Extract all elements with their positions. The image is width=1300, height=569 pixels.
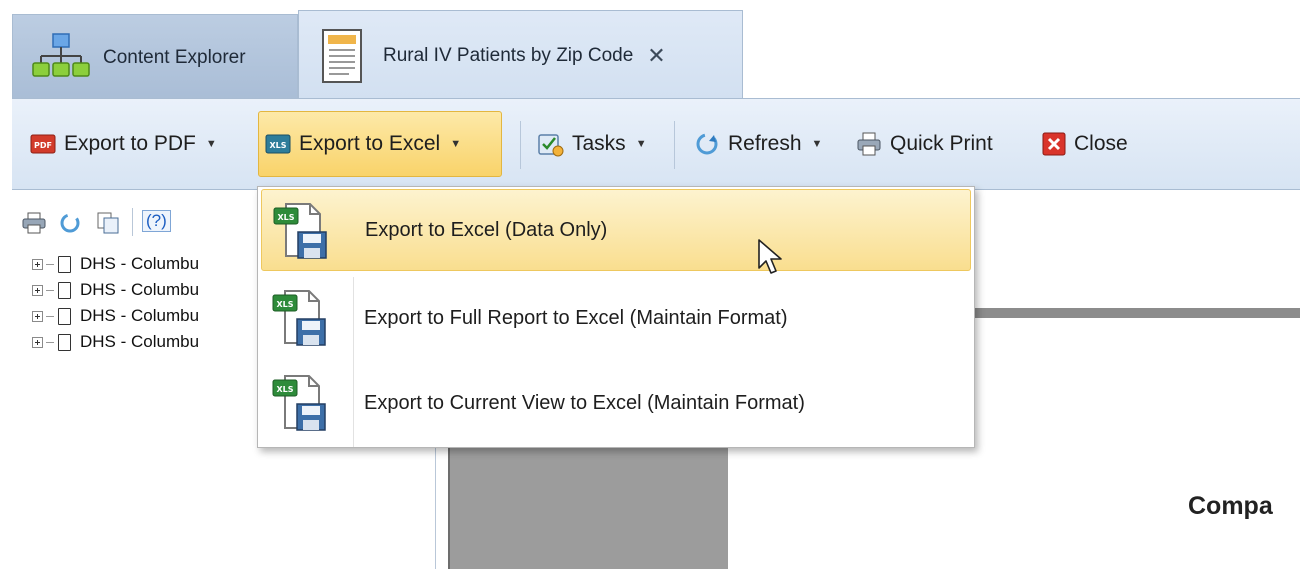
- export-pdf-label: Export to PDF: [64, 132, 196, 155]
- close-button[interactable]: Close: [1036, 111, 1134, 177]
- copy-icon[interactable]: [96, 212, 120, 234]
- menu-item-export-full-report[interactable]: XLS Export to Full Report to Excel (Main…: [261, 277, 971, 359]
- tree-item[interactable]: DHS - Columbu: [32, 278, 199, 302]
- close-tab-icon[interactable]: ✕: [647, 43, 665, 69]
- toolbar-separator: [520, 121, 521, 169]
- refresh-button[interactable]: Refresh ▼: [688, 111, 828, 177]
- export-excel-label: Export to Excel: [299, 132, 441, 155]
- tree-item[interactable]: DHS - Columbu: [32, 330, 199, 354]
- export-pdf-button[interactable]: PDF Export to PDF ▼: [24, 111, 223, 177]
- expand-icon[interactable]: [32, 258, 43, 270]
- svg-text:XLS: XLS: [276, 385, 293, 394]
- tab-label: Content Explorer: [103, 46, 246, 68]
- toolbar-separator: [674, 121, 675, 169]
- close-icon: [1042, 132, 1066, 156]
- tree-item-label: DHS - Columbu: [80, 332, 200, 351]
- tasks-label: Tasks: [572, 132, 626, 155]
- refresh-icon: [696, 133, 718, 155]
- dropdown-caret-icon: ▼: [205, 138, 217, 150]
- tree-item[interactable]: DHS - Columbu: [32, 304, 199, 328]
- menu-item-export-data-only[interactable]: XLS Export to Excel (Data Only): [261, 189, 971, 271]
- tree-item[interactable]: DHS - Columbu: [32, 252, 199, 276]
- export-excel-button[interactable]: XLS Export to Excel ▼: [258, 111, 502, 177]
- svg-text:XLS: XLS: [269, 141, 286, 150]
- quick-print-label: Quick Print: [890, 132, 993, 155]
- expand-icon[interactable]: [32, 310, 43, 322]
- mouse-cursor-icon: [758, 239, 782, 274]
- tree-connector: [46, 315, 54, 317]
- refresh-icon[interactable]: [58, 212, 82, 234]
- expand-icon[interactable]: [32, 336, 43, 348]
- document-icon: [58, 281, 71, 299]
- tree-connector: [46, 289, 54, 291]
- close-label: Close: [1074, 132, 1128, 155]
- document-icon: [58, 333, 71, 351]
- dropdown-caret-icon: ▼: [450, 138, 462, 150]
- menu-item-label: Export to Full Report to Excel (Maintain…: [364, 306, 788, 329]
- menu-item-label: Export to Excel (Data Only): [365, 218, 608, 241]
- xls-save-icon: XLS: [272, 375, 326, 431]
- tab-strip: Content Explorer Rural IV Patients by Zi…: [0, 0, 1300, 100]
- svg-text:XLS: XLS: [277, 213, 294, 222]
- ribbon-toolbar: PDF Export to PDF ▼ XLS Export to Excel …: [12, 98, 1300, 190]
- xls-save-icon: XLS: [272, 290, 326, 346]
- document-icon: [58, 307, 71, 325]
- dropdown-caret-icon: ▼: [811, 138, 823, 150]
- report-document-icon: [322, 28, 362, 83]
- menu-item-label: Export to Current View to Excel (Maintai…: [364, 391, 805, 414]
- toolbar-separator: [132, 208, 133, 236]
- excel-icon: XLS: [265, 134, 291, 154]
- document-icon: [58, 255, 71, 273]
- tab-label: Rural IV Patients by Zip Code: [383, 44, 634, 66]
- tree-item-label: DHS - Columbu: [80, 306, 200, 325]
- org-chart-icon: [32, 32, 90, 77]
- xls-save-icon: XLS: [273, 203, 327, 259]
- menu-item-export-current-view[interactable]: XLS Export to Current View to Excel (Mai…: [261, 362, 971, 444]
- print-icon[interactable]: [22, 212, 46, 234]
- svg-text:PDF: PDF: [34, 141, 52, 150]
- report-title: Compa: [1188, 492, 1273, 520]
- tab-rural-iv-patients[interactable]: Rural IV Patients by Zip Code ✕: [298, 10, 743, 100]
- pdf-icon: PDF: [30, 134, 56, 154]
- refresh-label: Refresh: [728, 132, 802, 155]
- export-excel-menu: XLS Export to Excel (Data Only) XLS Expo…: [257, 186, 975, 448]
- tasks-icon: [538, 134, 564, 157]
- printer-icon: [857, 132, 881, 156]
- expand-icon[interactable]: [32, 284, 43, 296]
- help-icon[interactable]: (?): [142, 210, 171, 232]
- quick-print-button[interactable]: Quick Print: [850, 111, 999, 177]
- tree-connector: [46, 341, 54, 343]
- dropdown-caret-icon: ▼: [635, 138, 647, 150]
- svg-text:XLS: XLS: [276, 300, 293, 309]
- tab-content-explorer[interactable]: Content Explorer: [12, 14, 298, 100]
- tree-connector: [46, 263, 54, 265]
- tree-item-label: DHS - Columbu: [80, 254, 200, 273]
- tasks-button[interactable]: Tasks ▼: [530, 111, 653, 177]
- tree-item-label: DHS - Columbu: [80, 280, 200, 299]
